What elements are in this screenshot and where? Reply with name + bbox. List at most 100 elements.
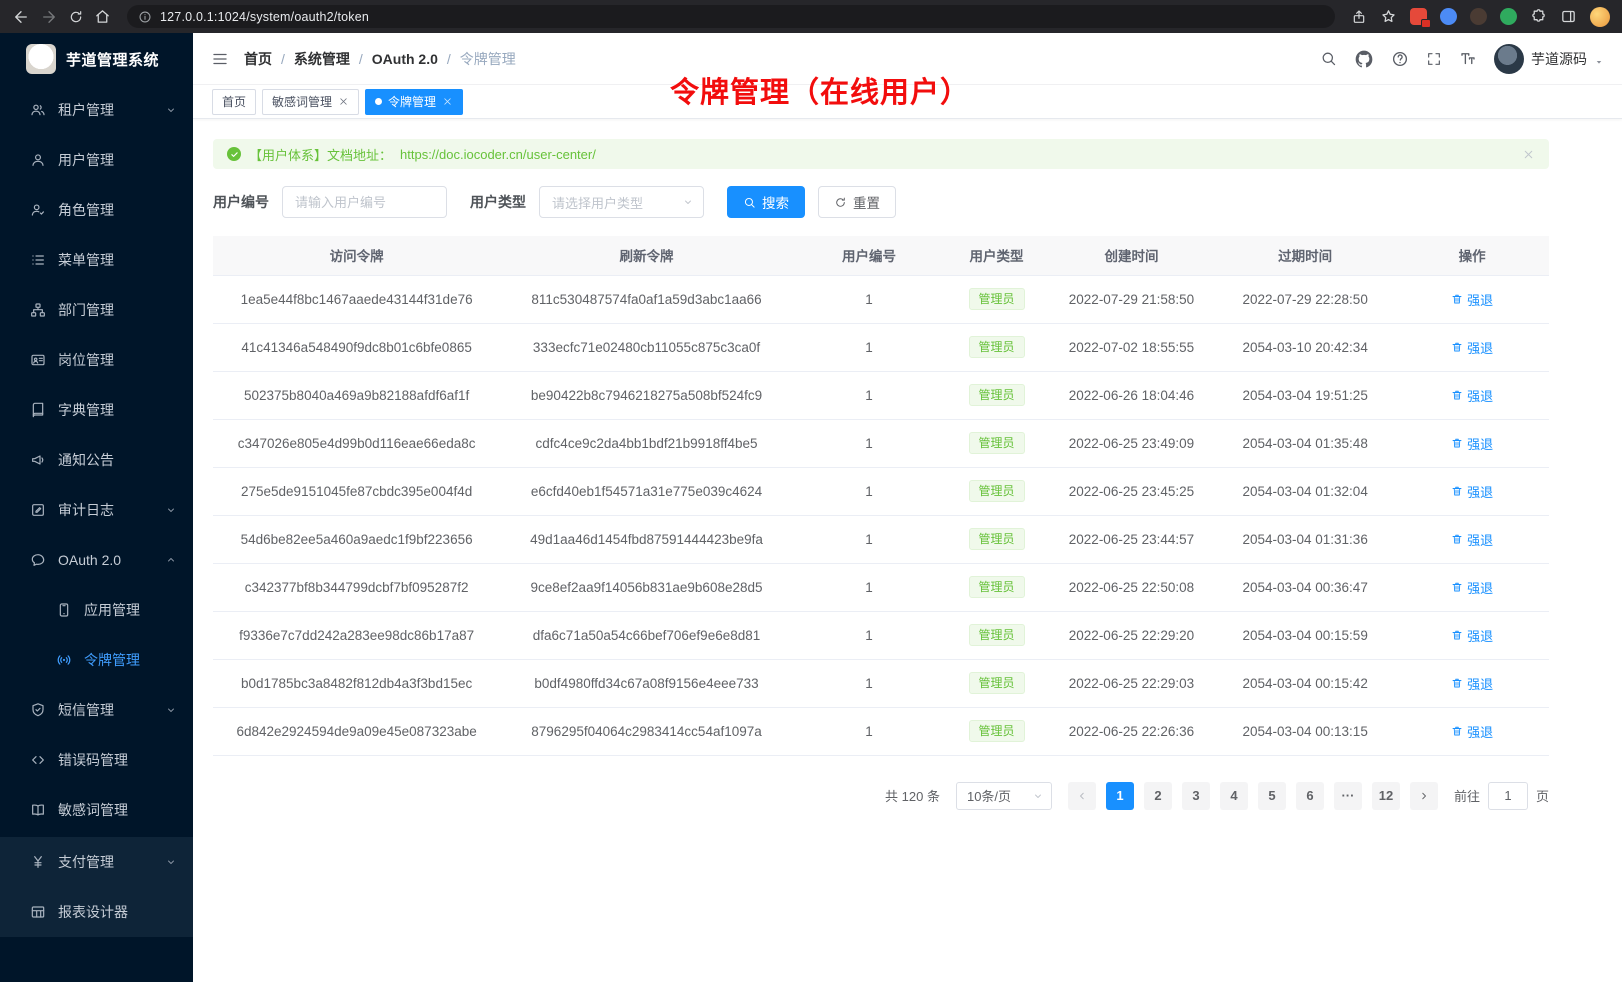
sidebar-item[interactable]: 敏感词管理 bbox=[0, 785, 193, 835]
user-type-cell: 管理员 bbox=[945, 275, 1048, 323]
force-logout-label: 强退 bbox=[1467, 290, 1493, 309]
page-button[interactable]: 12 bbox=[1372, 782, 1400, 810]
sidebar-item[interactable]: 短信管理 bbox=[0, 685, 193, 735]
sidebar-item[interactable]: 角色管理 bbox=[0, 185, 193, 235]
page-button[interactable]: 5 bbox=[1258, 782, 1286, 810]
sidebar-item[interactable]: 令牌管理 bbox=[0, 635, 193, 685]
page-buttons: 123456···12 bbox=[1068, 782, 1438, 810]
sidebar-item[interactable]: 应用管理 bbox=[0, 585, 193, 635]
sidebar-item[interactable]: 岗位管理 bbox=[0, 335, 193, 385]
force-logout-button[interactable]: 强退 bbox=[1451, 290, 1493, 309]
prev-page-button[interactable] bbox=[1068, 782, 1096, 810]
page-button[interactable]: 6 bbox=[1296, 782, 1324, 810]
check-icon bbox=[230, 150, 239, 159]
doc-alert: 【用户体系】文档地址： https://doc.iocoder.cn/user-… bbox=[213, 139, 1549, 169]
force-logout-button[interactable]: 强退 bbox=[1451, 674, 1493, 693]
force-logout-button[interactable]: 强退 bbox=[1451, 722, 1493, 741]
user-type-select[interactable]: 请选择用户类型 bbox=[539, 186, 704, 218]
search-button-label: 搜索 bbox=[762, 192, 789, 212]
tab-token[interactable]: 令牌管理 bbox=[365, 89, 463, 115]
sidebar-item-label: 报表设计器 bbox=[58, 902, 177, 922]
chevron-up-icon bbox=[165, 554, 177, 566]
chevron-left-icon bbox=[1076, 790, 1088, 802]
menu-collapse-icon[interactable] bbox=[211, 50, 229, 68]
side-panel-icon[interactable] bbox=[1560, 8, 1577, 25]
expire-time-cell: 2054-03-04 01:32:04 bbox=[1215, 467, 1395, 515]
app-logo[interactable]: 芋道管理系统 bbox=[0, 33, 193, 85]
user-menu[interactable]: 芋道源码 bbox=[1494, 44, 1604, 74]
forward-icon[interactable] bbox=[40, 8, 58, 26]
back-icon[interactable] bbox=[12, 8, 30, 26]
create-time-cell: 2022-07-29 21:58:50 bbox=[1048, 275, 1215, 323]
force-logout-button[interactable]: 强退 bbox=[1451, 578, 1493, 597]
user-type-cell: 管理员 bbox=[945, 611, 1048, 659]
sidebar-item[interactable]: 租户管理 bbox=[0, 85, 193, 135]
tab-home[interactable]: 首页 bbox=[212, 89, 256, 115]
breadcrumb-item[interactable]: 首页 bbox=[244, 49, 272, 69]
force-logout-button[interactable]: 强退 bbox=[1451, 338, 1493, 357]
reset-button[interactable]: 重置 bbox=[818, 186, 896, 218]
user-id-input[interactable] bbox=[282, 186, 447, 218]
chevron-down-icon bbox=[165, 856, 177, 868]
page-ellipsis[interactable]: ··· bbox=[1334, 782, 1362, 810]
sidebar-item[interactable]: 支付管理 bbox=[0, 837, 193, 887]
breadcrumb-item[interactable]: OAuth 2.0 bbox=[372, 51, 438, 67]
browser-actions bbox=[1351, 7, 1610, 27]
extension-red-icon[interactable] bbox=[1410, 8, 1427, 25]
page-button[interactable]: 4 bbox=[1220, 782, 1248, 810]
force-logout-button[interactable]: 强退 bbox=[1451, 434, 1493, 453]
chevron-down-icon bbox=[165, 504, 177, 516]
info-icon[interactable] bbox=[138, 10, 152, 24]
close-icon[interactable] bbox=[442, 96, 453, 107]
alert-close-icon[interactable] bbox=[1522, 148, 1535, 161]
sidebar-item[interactable]: 字典管理 bbox=[0, 385, 193, 435]
expire-time-cell: 2022-07-29 22:28:50 bbox=[1215, 275, 1395, 323]
search-icon[interactable] bbox=[1320, 50, 1337, 67]
search-button[interactable]: 搜索 bbox=[727, 186, 805, 218]
extension-blue-icon[interactable] bbox=[1440, 8, 1457, 25]
close-icon[interactable] bbox=[338, 96, 349, 107]
sidebar-item[interactable]: 部门管理 bbox=[0, 285, 193, 335]
font-size-icon[interactable] bbox=[1459, 50, 1477, 68]
github-icon[interactable] bbox=[1354, 49, 1374, 69]
next-page-button[interactable] bbox=[1410, 782, 1438, 810]
extensions-puzzle-icon[interactable] bbox=[1530, 8, 1547, 25]
force-logout-button[interactable]: 强退 bbox=[1451, 386, 1493, 405]
access-token-cell: 6d842e2924594de9a09e45e087323abe bbox=[213, 707, 500, 755]
share-icon[interactable] bbox=[1351, 9, 1367, 25]
doc-link[interactable]: https://doc.iocoder.cn/user-center/ bbox=[400, 147, 596, 162]
page-button[interactable]: 1 bbox=[1106, 782, 1134, 810]
fullscreen-icon[interactable] bbox=[1426, 51, 1442, 67]
reload-icon[interactable] bbox=[68, 9, 84, 25]
bookmark-star-icon[interactable] bbox=[1380, 8, 1397, 25]
force-logout-button[interactable]: 强退 bbox=[1451, 482, 1493, 501]
page-size-value: 10条/页 bbox=[967, 786, 1011, 805]
force-logout-button[interactable]: 强退 bbox=[1451, 530, 1493, 549]
page-size-select[interactable]: 10条/页 bbox=[956, 782, 1052, 810]
force-logout-button[interactable]: 强退 bbox=[1451, 626, 1493, 645]
help-icon[interactable] bbox=[1391, 50, 1409, 68]
user-type-badge: 管理员 bbox=[969, 720, 1025, 742]
sidebar-item[interactable]: 用户管理 bbox=[0, 135, 193, 185]
tab-sensitive-words[interactable]: 敏感词管理 bbox=[262, 89, 359, 115]
page-button[interactable]: 3 bbox=[1182, 782, 1210, 810]
url-bar[interactable]: 127.0.0.1:1024/system/oauth2/token bbox=[127, 5, 1335, 28]
app-icon bbox=[56, 602, 72, 618]
breadcrumb-item[interactable]: 系统管理 bbox=[294, 49, 350, 69]
sidebar-item[interactable]: 审计日志 bbox=[0, 485, 193, 535]
browser-profile-avatar[interactable] bbox=[1590, 7, 1610, 27]
goto-page-input[interactable] bbox=[1488, 782, 1528, 810]
extension-dark-icon[interactable] bbox=[1470, 8, 1487, 25]
home-icon[interactable] bbox=[94, 8, 111, 25]
page-button[interactable]: 2 bbox=[1144, 782, 1172, 810]
force-logout-label: 强退 bbox=[1467, 674, 1493, 693]
sidebar-item[interactable]: 报表设计器 bbox=[0, 887, 193, 937]
refresh-token-cell: b0df4980ffd34c67a08f9156e4eee733 bbox=[500, 659, 793, 707]
sidebar-item[interactable]: 通知公告 bbox=[0, 435, 193, 485]
extension-green-icon[interactable] bbox=[1500, 8, 1517, 25]
sidebar-item[interactable]: 错误码管理 bbox=[0, 735, 193, 785]
sidebar-item[interactable]: OAuth 2.0 bbox=[0, 535, 193, 585]
app-title: 芋道管理系统 bbox=[66, 49, 159, 70]
sidebar-item[interactable]: 菜单管理 bbox=[0, 235, 193, 285]
user-id-cell: 1 bbox=[793, 419, 945, 467]
